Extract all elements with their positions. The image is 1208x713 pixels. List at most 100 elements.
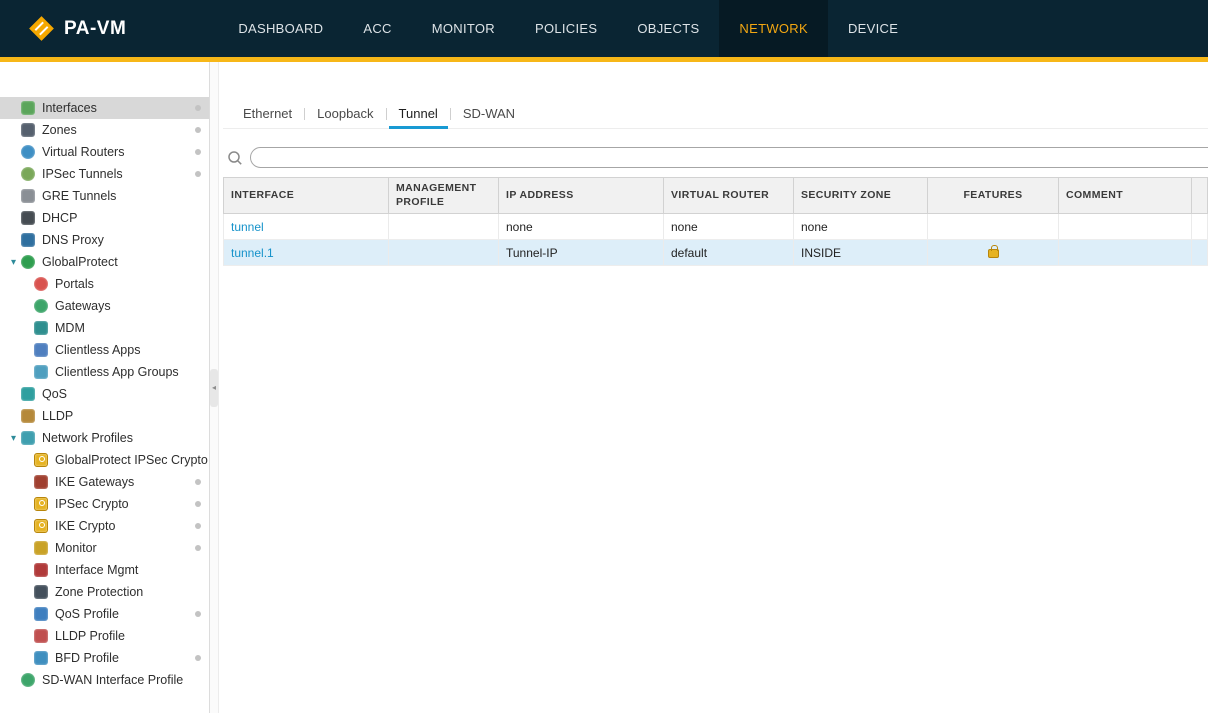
sidebar-item-gateways[interactable]: Gateways <box>0 295 209 317</box>
search-input[interactable] <box>250 147 1208 168</box>
top-navigation-bar: PA-VM DASHBOARD ACC MONITOR POLICIES OBJ… <box>0 0 1208 57</box>
ike-crypto-icon <box>34 519 48 533</box>
ike-gateways-icon <box>34 475 48 489</box>
sidebar-item-clientless-apps[interactable]: Clientless Apps <box>0 339 209 361</box>
cell-ip-address: Tunnel-IP <box>498 239 664 266</box>
sidebar-item-ipsec-tunnels[interactable]: ▾ IPSec Tunnels <box>0 163 209 185</box>
sidebar-item-dhcp[interactable]: ▾ DHCP <box>0 207 209 229</box>
sidebar-item-virtual-routers[interactable]: ▾ Virtual Routers <box>0 141 209 163</box>
sidebar-item-gre-tunnels[interactable]: ▾ GRE Tunnels <box>0 185 209 207</box>
cell-spacer <box>1191 213 1208 240</box>
cell-virtual-router: default <box>663 239 794 266</box>
interface-mgmt-icon <box>34 563 48 577</box>
nav-network[interactable]: NETWORK <box>719 0 828 57</box>
collapse-sidebar-icon[interactable]: ◂ <box>210 368 218 407</box>
status-dot <box>195 127 201 133</box>
status-dot <box>195 171 201 177</box>
globalprotect-icon <box>21 255 35 269</box>
cell-spacer <box>1191 239 1208 266</box>
sidebar-item-globalprotect[interactable]: ▾ GlobalProtect <box>0 251 209 273</box>
sidebar-item-sdwan-interface-profile[interactable]: ▾ SD-WAN Interface Profile <box>0 669 209 691</box>
sidebar-item-interfaces[interactable]: ▾ Interfaces <box>0 97 209 119</box>
sidebar-item-lldp[interactable]: ▾ LLDP <box>0 405 209 427</box>
table-row[interactable]: tunnel none none none <box>223 213 1208 240</box>
sidebar-item-gp-ipsec-crypto[interactable]: GlobalProtect IPSec Crypto <box>0 449 209 471</box>
status-dot <box>195 611 201 617</box>
cell-security-zone: INSIDE <box>793 239 928 266</box>
sidebar-item-monitor[interactable]: Monitor <box>0 537 209 559</box>
sidebar-item-dns-proxy[interactable]: ▾ DNS Proxy <box>0 229 209 251</box>
interface-link[interactable]: tunnel <box>223 213 389 240</box>
cell-comment <box>1058 213 1192 240</box>
search-row <box>223 147 1208 168</box>
tab-loopback[interactable]: Loopback <box>305 106 385 128</box>
status-dot <box>195 105 201 111</box>
status-dot <box>195 523 201 529</box>
sidebar-item-clientless-app-groups[interactable]: Clientless App Groups <box>0 361 209 383</box>
clientless-apps-icon <box>34 343 48 357</box>
nav-device[interactable]: DEVICE <box>828 0 918 57</box>
cell-virtual-router: none <box>663 213 794 240</box>
ipsec-tunnels-icon <box>21 167 35 181</box>
col-management-profile[interactable]: MANAGEMENT PROFILE <box>388 177 499 214</box>
interfaces-icon <box>21 101 35 115</box>
status-dot <box>195 149 201 155</box>
sidebar-item-qos[interactable]: ▾ QoS <box>0 383 209 405</box>
nav-acc[interactable]: ACC <box>343 0 411 57</box>
lldp-icon <box>21 409 35 423</box>
nav-monitor[interactable]: MONITOR <box>412 0 515 57</box>
bfd-profile-icon <box>34 651 48 665</box>
col-comment[interactable]: COMMENT <box>1058 177 1192 214</box>
tab-sdwan[interactable]: SD-WAN <box>451 106 527 128</box>
network-profiles-icon <box>21 431 35 445</box>
sidebar-item-zones[interactable]: ▾ Zones <box>0 119 209 141</box>
col-features[interactable]: FEATURES <box>927 177 1059 214</box>
col-spacer <box>1191 177 1208 214</box>
pan-logo-icon <box>29 16 54 41</box>
sidebar-item-zone-protection[interactable]: Zone Protection <box>0 581 209 603</box>
tab-ethernet[interactable]: Ethernet <box>231 106 304 128</box>
expand-caret-icon[interactable]: ▾ <box>6 433 21 444</box>
interface-link[interactable]: tunnel.1 <box>223 239 389 266</box>
sidebar-item-qos-profile[interactable]: QoS Profile <box>0 603 209 625</box>
nav-objects[interactable]: OBJECTS <box>617 0 719 57</box>
status-dot <box>195 655 201 661</box>
portals-icon <box>34 277 48 291</box>
sidebar-item-network-profiles[interactable]: ▾ Network Profiles <box>0 427 209 449</box>
zone-protection-icon <box>34 585 48 599</box>
sidebar-item-mdm[interactable]: MDM <box>0 317 209 339</box>
col-virtual-router[interactable]: VIRTUAL ROUTER <box>663 177 794 214</box>
tab-tunnel[interactable]: Tunnel <box>387 106 450 129</box>
status-dot <box>195 501 201 507</box>
sidebar-item-interface-mgmt[interactable]: Interface Mgmt <box>0 559 209 581</box>
table-row[interactable]: tunnel.1 Tunnel-IP default INSIDE <box>223 239 1208 266</box>
primary-nav: DASHBOARD ACC MONITOR POLICIES OBJECTS N… <box>218 0 918 57</box>
status-dot <box>195 479 201 485</box>
col-security-zone[interactable]: SECURITY ZONE <box>793 177 928 214</box>
qos-icon <box>21 387 35 401</box>
sidebar-item-ike-gateways[interactable]: IKE Gateways <box>0 471 209 493</box>
dns-proxy-icon <box>21 233 35 247</box>
cell-features <box>927 239 1059 266</box>
gre-tunnels-icon <box>21 189 35 203</box>
cell-management-profile <box>388 213 499 240</box>
sidebar-item-portals[interactable]: Portals <box>0 273 209 295</box>
clientless-app-groups-icon <box>34 365 48 379</box>
sidebar-item-lldp-profile[interactable]: LLDP Profile <box>0 625 209 647</box>
sdwan-interface-profile-icon <box>21 673 35 687</box>
sidebar-item-bfd-profile[interactable]: BFD Profile <box>0 647 209 669</box>
col-interface[interactable]: INTERFACE <box>223 177 389 214</box>
nav-policies[interactable]: POLICIES <box>515 0 617 57</box>
main-content: Ethernet Loopback Tunnel SD-WAN INTERFAC… <box>219 62 1208 713</box>
sidebar-item-ipsec-crypto[interactable]: IPSec Crypto <box>0 493 209 515</box>
cell-comment <box>1058 239 1192 266</box>
cell-features <box>927 213 1059 240</box>
status-dot <box>195 545 201 551</box>
cell-management-profile <box>388 239 499 266</box>
expand-caret-icon[interactable]: ▾ <box>6 257 21 268</box>
sidebar-item-ike-crypto[interactable]: IKE Crypto <box>0 515 209 537</box>
sidebar: ▾ Interfaces ▾ Zones ▾ Virtual Routers ▾… <box>0 62 210 713</box>
cell-security-zone: none <box>793 213 928 240</box>
nav-dashboard[interactable]: DASHBOARD <box>218 0 343 57</box>
col-ip-address[interactable]: IP ADDRESS <box>498 177 664 214</box>
